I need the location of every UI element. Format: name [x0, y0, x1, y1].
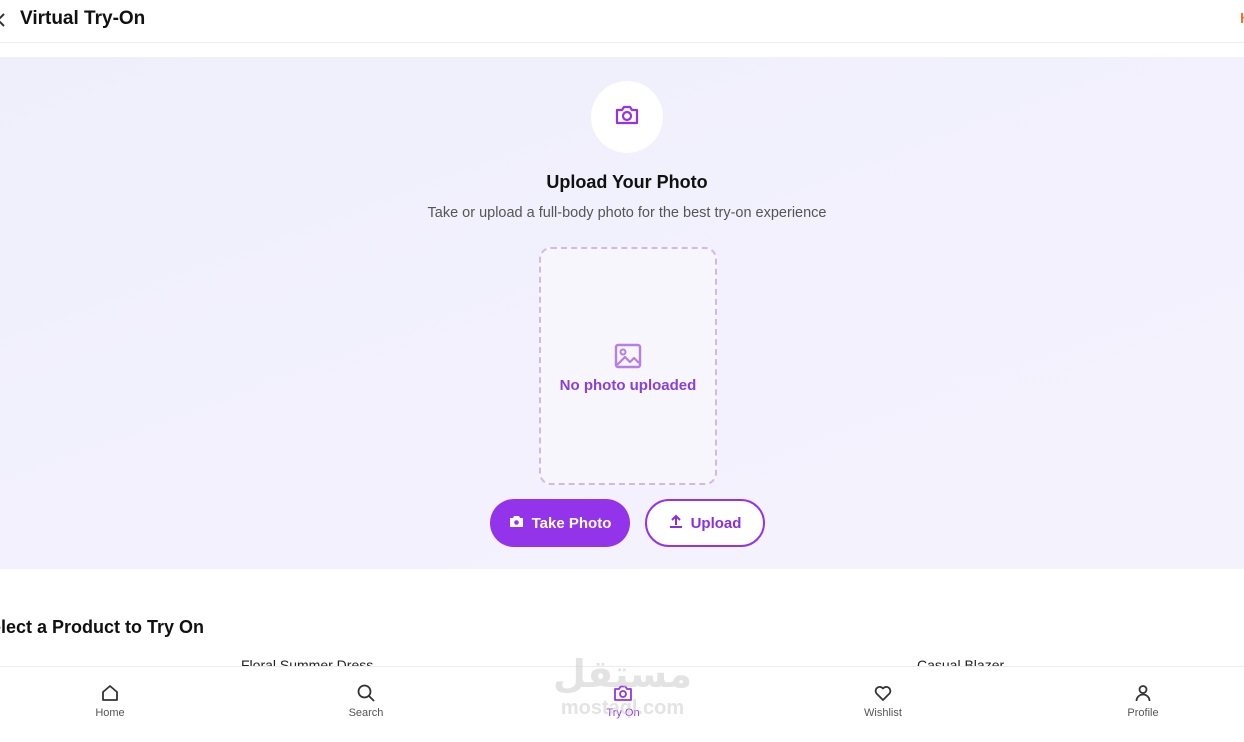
- nav-label: Profile: [1127, 707, 1159, 719]
- upload-panel: Upload Your Photo Take or upload a full-…: [0, 57, 1244, 569]
- top-bar: Virtual Try-On H: [0, 0, 1244, 43]
- home-icon: [100, 683, 120, 703]
- nav-item-wishlist[interactable]: Wishlist: [838, 683, 928, 719]
- camera-icon: [509, 515, 524, 532]
- upload-button[interactable]: Upload: [645, 499, 765, 547]
- no-photo-text: No photo uploaded: [559, 377, 697, 394]
- upload-label: Upload: [690, 514, 742, 532]
- camera-icon: [613, 683, 633, 703]
- camera-icon: [614, 103, 640, 132]
- nav-label: Home: [95, 707, 125, 719]
- nav-item-profile[interactable]: Profile: [1098, 683, 1188, 719]
- camera-badge: [591, 81, 663, 153]
- user-icon: [1133, 683, 1153, 703]
- back-arrow-icon[interactable]: [0, 11, 8, 29]
- heart-icon: [873, 683, 893, 703]
- upload-subtitle: Take or upload a full-body photo for the…: [427, 205, 827, 221]
- take-photo-label: Take Photo: [531, 514, 612, 532]
- section-title: elect a Product to Try On: [0, 617, 205, 637]
- nav-label: Wishlist: [864, 707, 902, 719]
- take-photo-button[interactable]: Take Photo: [490, 499, 630, 547]
- upload-icon: [669, 514, 683, 532]
- nav-item-home[interactable]: Home: [65, 683, 155, 719]
- nav-item-try-on[interactable]: Try On: [578, 683, 668, 719]
- upload-title: Upload Your Photo: [546, 172, 708, 192]
- search-icon: [356, 683, 376, 703]
- bottom-navigation: Home Search Try On Wishlist Profile: [0, 666, 1244, 739]
- page-title: Virtual Try-On: [20, 8, 146, 29]
- nav-label: Search: [348, 707, 384, 719]
- image-placeholder-icon: [614, 343, 642, 369]
- header-action-partial[interactable]: H: [1240, 10, 1244, 26]
- nav-label: Try On: [606, 707, 640, 719]
- nav-item-search[interactable]: Search: [321, 683, 411, 719]
- photo-dropzone[interactable]: No photo uploaded: [539, 247, 717, 485]
